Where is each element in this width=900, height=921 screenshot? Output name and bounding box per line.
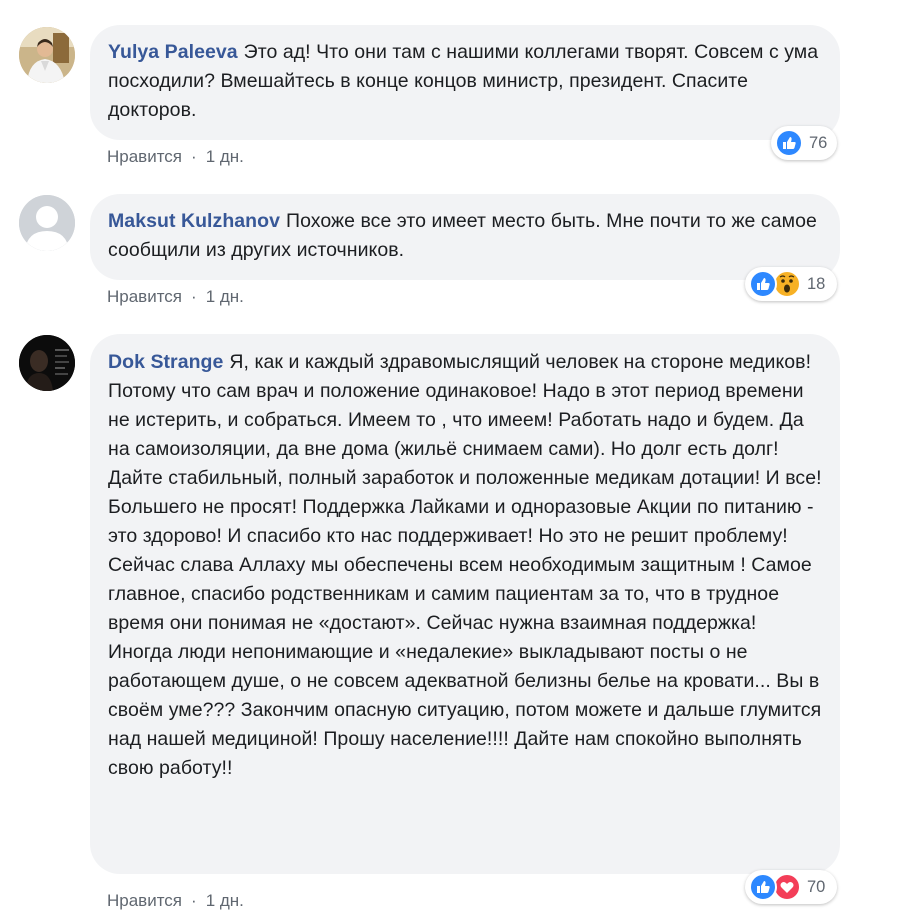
avatar[interactable] [19, 335, 75, 391]
reactions-summary[interactable]: 70 [745, 870, 837, 904]
comment-text: Я, как и каждый здравомыслящий человек н… [108, 351, 822, 779]
comment-bubble: Yulya Paleeva Это ад! Что они там с нашим… [90, 25, 840, 140]
avatar[interactable] [19, 27, 75, 83]
like-icon [749, 873, 777, 901]
profile-photo-avatar [19, 27, 75, 83]
comment-actions: Нравится · 1 дн. [107, 287, 244, 307]
avatar[interactable] [19, 195, 75, 251]
comment-author[interactable]: Yulya Paleeva [108, 41, 238, 63]
comment-actions: Нравится · 1 дн. [107, 891, 244, 911]
reaction-count: 70 [807, 877, 826, 896]
comment-time[interactable]: 1 дн. [206, 891, 244, 910]
separator-dot: · [191, 147, 197, 166]
love-icon [773, 873, 801, 901]
wow-icon [773, 270, 801, 298]
dark-photo-avatar [19, 335, 75, 391]
default-avatar [19, 195, 75, 251]
comment: Yulya Paleeva Это ад! Что они там с нашим… [0, 0, 900, 180]
comment-time[interactable]: 1 дн. [206, 287, 244, 306]
comment: Dok Strange Я, как и каждый здравомыслящи… [0, 320, 900, 921]
comment-author[interactable]: Dok Strange [108, 351, 223, 373]
reaction-count: 76 [809, 133, 828, 152]
like-icon [749, 270, 777, 298]
comment-actions: Нравится · 1 дн. [107, 147, 244, 167]
reaction-count: 18 [807, 274, 826, 293]
like-icon [775, 129, 803, 157]
like-link[interactable]: Нравится [107, 287, 182, 306]
separator-dot: · [191, 287, 197, 306]
reactions-summary[interactable]: 18 [745, 267, 837, 301]
separator-dot: · [191, 891, 197, 910]
comment-bubble: Maksut Kulzhanov Похоже все это имеет мес… [90, 194, 840, 280]
like-link[interactable]: Нравится [107, 147, 182, 166]
comment-author[interactable]: Maksut Kulzhanov [108, 210, 280, 232]
reactions-summary[interactable]: 76 [771, 126, 837, 160]
comment-bubble: Dok Strange Я, как и каждый здравомыслящи… [90, 334, 840, 874]
comment-time[interactable]: 1 дн. [206, 147, 244, 166]
comment: Maksut Kulzhanov Похоже все это имеет мес… [0, 180, 900, 320]
like-link[interactable]: Нравится [107, 891, 182, 910]
